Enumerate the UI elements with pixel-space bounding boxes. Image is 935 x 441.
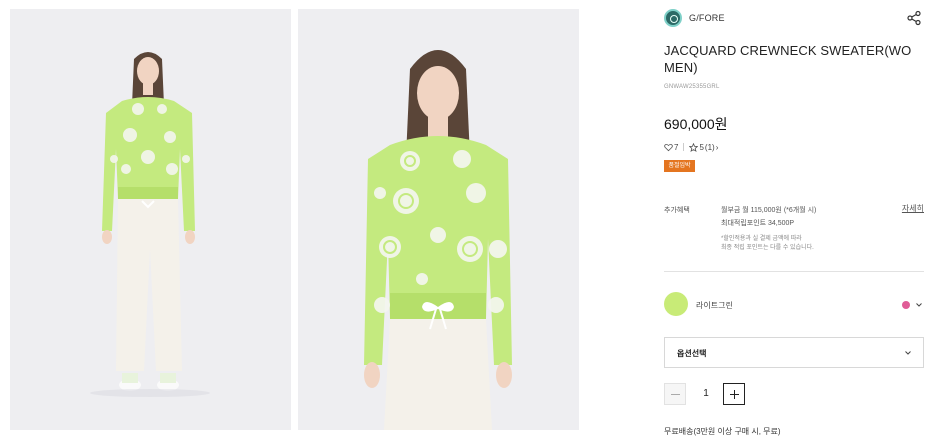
brand-row: G/FORE (664, 9, 924, 27)
color-swatch-selected[interactable] (664, 292, 688, 316)
installment-info: 월부금 월 115,000원 (*6개월 시) (721, 207, 817, 214)
color-name: 라이트그린 (696, 301, 733, 310)
rating-value: 5 (699, 142, 704, 152)
product-image-closeup[interactable] (298, 9, 579, 430)
status-badge: 품절임박 (664, 160, 695, 172)
model-closeup-image (298, 9, 579, 430)
benefit-label: 추가혜택 (664, 207, 690, 214)
brand-logo-icon[interactable] (664, 9, 682, 27)
like-count: 7 (674, 142, 679, 152)
option-select[interactable]: 옵션선택 (664, 337, 924, 368)
quantity-value[interactable]: 1 (694, 383, 718, 405)
benefit-note: 최종 적립 포인트는 다를 수 있습니다. (721, 245, 814, 251)
chevron-down-icon[interactable] (915, 301, 923, 309)
like-button[interactable]: 7 (664, 143, 678, 152)
option-select-label: 옵션선택 (677, 349, 707, 358)
brand-name[interactable]: G/FORE (689, 13, 725, 23)
quantity-increase-button[interactable] (723, 383, 745, 405)
product-image-full[interactable] (10, 9, 291, 430)
product-stats: 7 5 (1) › (664, 141, 718, 153)
star-icon (689, 142, 699, 152)
chevron-down-icon (905, 351, 911, 355)
heart-icon (664, 143, 673, 151)
section-divider (664, 271, 924, 272)
review-count: (1) (704, 142, 715, 152)
shipping-info: 무료배송(3만원 이상 구매 시, 무료) (664, 427, 781, 436)
quantity-decrease-button[interactable] (664, 383, 686, 405)
max-points-info: 최대적립포인트 34,500P (721, 220, 795, 227)
review-link[interactable]: 5 (1) › (689, 142, 719, 152)
model-full-body-image (10, 9, 291, 430)
benefit-note: *할인적용과 실 결제 금액에 따라 (721, 236, 802, 242)
stat-divider (683, 143, 685, 151)
chevron-right-icon: › (715, 142, 719, 152)
product-price: 690,000원 (664, 116, 728, 132)
color-swatch-alternate[interactable] (902, 301, 910, 309)
detail-link[interactable]: 자세히 (902, 203, 924, 214)
share-icon[interactable] (906, 10, 922, 26)
product-info-panel: G/FORE JACQUARD CREWNECK SWEATER(WOMEN) … (664, 0, 924, 441)
product-code: GNWAW25355GRL (664, 84, 720, 90)
product-title: JACQUARD CREWNECK SWEATER(WOMEN) (664, 43, 912, 75)
